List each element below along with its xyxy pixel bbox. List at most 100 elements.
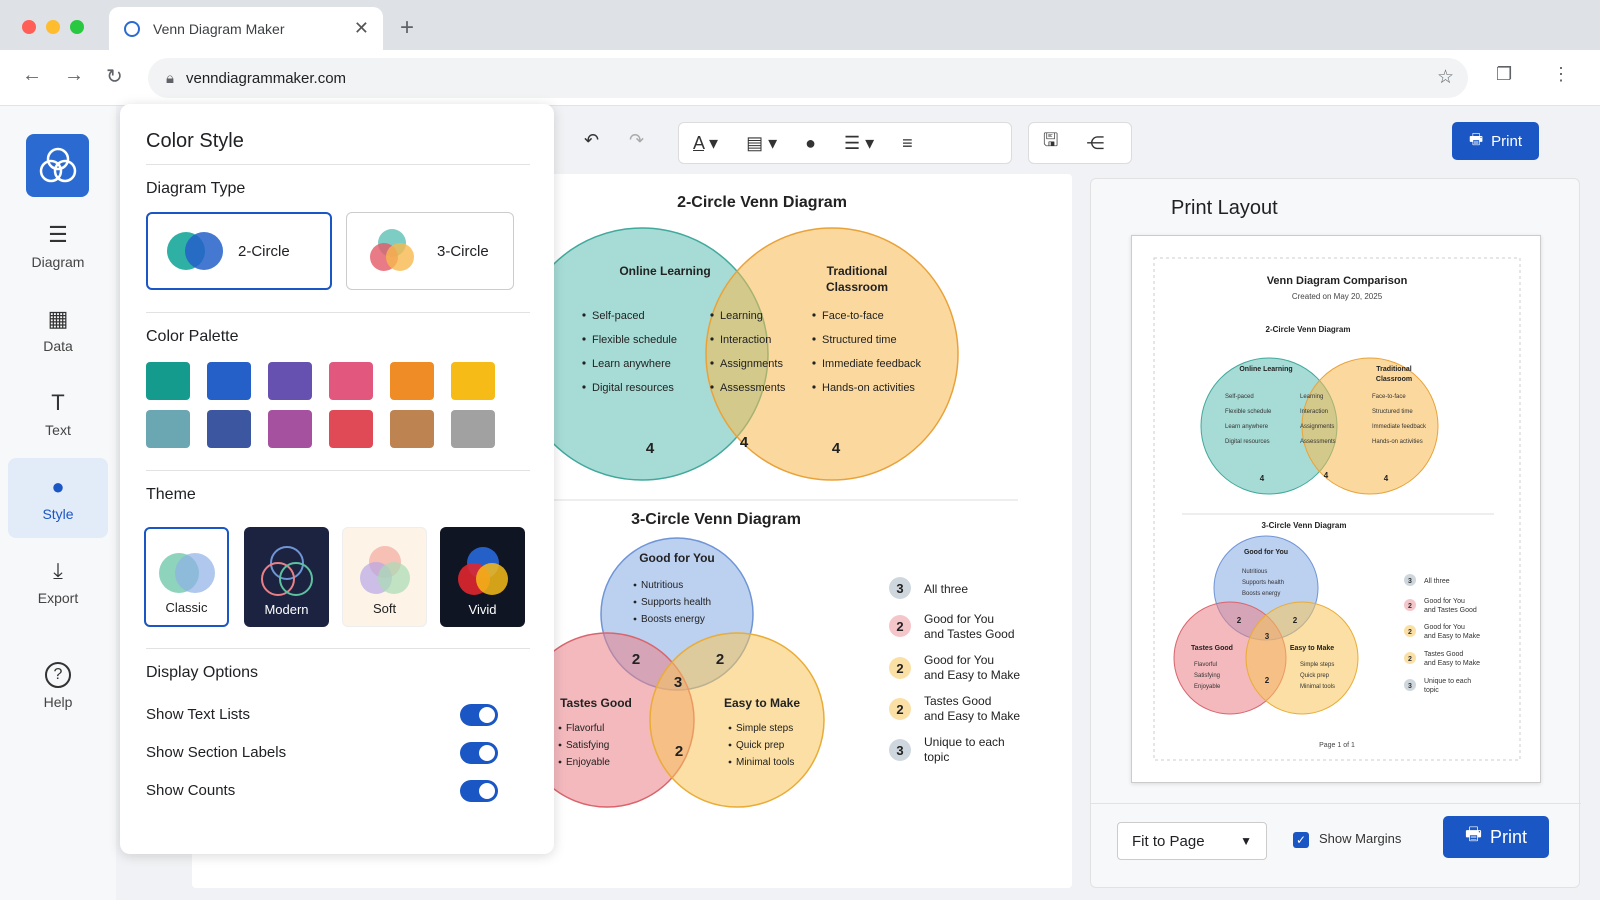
preview-item: Quick prep xyxy=(1300,673,1330,679)
divider xyxy=(146,164,530,165)
color-style-panel: Color Style Diagram Type 2-Circle 3-Circ… xyxy=(120,104,554,854)
preview-legend-label: Good for You xyxy=(1424,624,1465,631)
diagram-type-2-circle[interactable]: 2-Circle xyxy=(146,212,332,290)
venn3-a-item: Supports health xyxy=(641,597,711,608)
preview-legend-label: and Easy to Make xyxy=(1424,633,1480,640)
palette-swatch[interactable] xyxy=(146,410,190,448)
type-label: 3-Circle xyxy=(437,242,489,260)
show-counts-toggle[interactable] xyxy=(460,780,498,802)
venn3-a-item: Boosts energy xyxy=(641,614,705,625)
rail-item-text[interactable]: T Text xyxy=(8,374,108,454)
rail-item-diagram[interactable]: ☰ Diagram xyxy=(8,206,108,286)
menu-icon[interactable]: ⋮ xyxy=(1552,64,1570,85)
palette-swatch[interactable] xyxy=(451,410,495,448)
venn3-count-ac: 2 xyxy=(716,651,724,668)
maximize-window-button[interactable] xyxy=(70,20,84,34)
fit-to-page-select[interactable]: Fit to Page ▼ xyxy=(1117,822,1267,860)
redo-icon[interactable]: ↷ xyxy=(615,130,658,151)
divider xyxy=(146,648,530,649)
palette-swatch[interactable] xyxy=(207,410,251,448)
rail-item-style[interactable]: ● Style xyxy=(8,458,108,538)
rail-item-help[interactable]: ? Help xyxy=(8,646,108,726)
back-icon[interactable]: ← xyxy=(22,64,42,87)
preview-item: Learn anywhere xyxy=(1225,424,1269,430)
palette-swatch[interactable] xyxy=(390,410,434,448)
legend-number: 2 xyxy=(896,702,903,717)
fill-color-icon[interactable]: ● xyxy=(791,133,830,154)
diagram-type-3-circle[interactable]: 3-Circle xyxy=(346,212,514,290)
browser-tab[interactable]: Venn Diagram Maker ✕ xyxy=(109,7,383,50)
venn2-b-title-2: Classroom xyxy=(826,280,888,294)
preview-count: 4 xyxy=(1324,471,1329,480)
close-window-button[interactable] xyxy=(22,20,36,34)
save-icon[interactable]: 🖫 xyxy=(1029,128,1072,158)
new-tab-button[interactable]: + xyxy=(400,14,414,42)
palette-swatch[interactable] xyxy=(390,362,434,400)
diagram-type-heading: Diagram Type xyxy=(146,180,246,197)
tab-search-icon[interactable]: ❐ xyxy=(1496,64,1512,85)
panel-title: Color Style xyxy=(146,130,244,152)
palette-swatch[interactable] xyxy=(207,362,251,400)
theme-vivid[interactable]: Vivid xyxy=(440,527,525,627)
rail-item-data[interactable]: ▦ Data xyxy=(8,290,108,370)
text-icon: T xyxy=(51,390,65,415)
preview-item: Self-paced xyxy=(1225,394,1254,400)
minimize-window-button[interactable] xyxy=(46,20,60,34)
type-label: 2-Circle xyxy=(238,242,290,260)
venn3-c-item: Minimal tools xyxy=(736,757,794,768)
rail-label: Export xyxy=(37,590,79,606)
app-logo[interactable] xyxy=(26,134,89,197)
forward-icon[interactable]: → xyxy=(64,64,84,87)
palette-swatch[interactable] xyxy=(329,410,373,448)
display-options-heading: Display Options xyxy=(146,664,259,681)
option-label: Show Text Lists xyxy=(146,706,250,723)
venn2-title: 2-Circle Venn Diagram xyxy=(677,194,847,211)
theme-classic[interactable]: Classic xyxy=(144,527,229,627)
theme-soft[interactable]: Soft xyxy=(342,527,427,627)
preview-label: Good for You xyxy=(1244,549,1288,556)
text-box-icon[interactable]: ▤ ▾ xyxy=(732,133,791,154)
address-bar[interactable]: 🔒︎ venndiagrammaker.com ☆ xyxy=(148,58,1468,98)
rail-item-export[interactable]: ⤓ Export xyxy=(8,542,108,622)
preview-item: Flavorful xyxy=(1194,662,1217,668)
venn3-circle-c[interactable] xyxy=(649,632,825,808)
palette-swatch[interactable] xyxy=(146,362,190,400)
venn3-c-item: Quick prep xyxy=(736,740,785,751)
print-button-bottom[interactable]: 🖶 Print xyxy=(1443,816,1549,858)
preview-doc-title: Venn Diagram Comparison xyxy=(1267,275,1408,287)
venn2-a-item: Flexible schedule xyxy=(592,334,677,346)
print-button-top[interactable]: 🖶 Print xyxy=(1452,122,1539,160)
theme-modern[interactable]: Modern xyxy=(244,527,329,627)
preview-item: Hands-on activities xyxy=(1372,439,1423,445)
tab-close-icon[interactable]: ✕ xyxy=(354,18,369,39)
venn3-count-ab: 2 xyxy=(632,651,640,668)
show-text-lists-toggle[interactable] xyxy=(460,704,498,726)
palette-swatch[interactable] xyxy=(329,362,373,400)
venn2-a-item: Learn anywhere xyxy=(592,358,671,370)
legend-label: and Tastes Good xyxy=(924,627,1015,641)
palette-swatch[interactable] xyxy=(268,410,312,448)
align-icon[interactable]: ☰ ▾ xyxy=(830,133,888,154)
printer-icon: 🖶 xyxy=(1464,824,1482,844)
rail-label: Help xyxy=(43,694,73,710)
bookmark-star-icon[interactable]: ☆ xyxy=(1437,66,1454,89)
print-layout-title: Print Layout xyxy=(1171,197,1278,219)
undo-icon[interactable]: ↶ xyxy=(570,130,613,151)
venn3-b-title: Tastes Good xyxy=(560,696,632,710)
palette-swatch[interactable] xyxy=(451,362,495,400)
preview-item: Flexible schedule xyxy=(1225,409,1272,415)
font-color-icon[interactable]: A ▾ xyxy=(679,133,732,154)
show-section-labels-toggle[interactable] xyxy=(460,742,498,764)
list-icon: ☰ xyxy=(48,222,68,247)
show-margins-checkbox[interactable]: ✓ xyxy=(1293,832,1309,848)
venn3-c-item: Simple steps xyxy=(736,723,793,734)
palette-swatch[interactable] xyxy=(268,362,312,400)
venn3-count-bc: 2 xyxy=(675,743,683,760)
print-preview-page[interactable]: Venn Diagram Comparison Created on May 2… xyxy=(1131,235,1541,783)
justify-icon[interactable]: ≡ xyxy=(888,133,927,154)
theme-label: Soft xyxy=(372,601,397,616)
share-icon[interactable]: ⋲ xyxy=(1072,133,1118,154)
preview-item: Enjoyable xyxy=(1194,684,1221,690)
reload-icon[interactable]: ↻ xyxy=(106,64,123,89)
tab-title: Venn Diagram Maker xyxy=(153,20,285,37)
